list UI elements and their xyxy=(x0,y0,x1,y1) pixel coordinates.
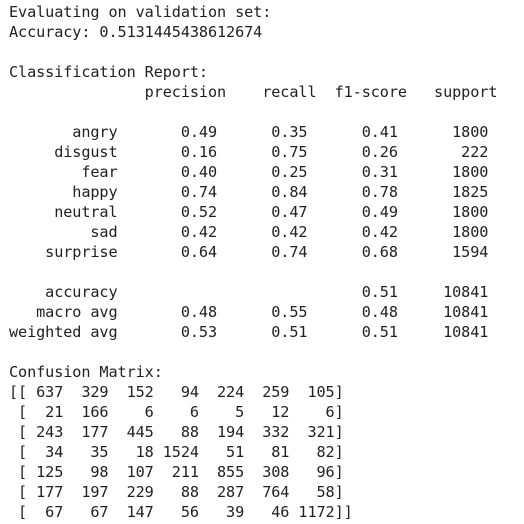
report-row-disgust: disgust 0.16 0.75 0.26 222 xyxy=(9,143,489,161)
matrix-row: [ 67 67 147 56 39 46 1172]] xyxy=(9,503,353,521)
matrix-row: [ 21 166 6 6 5 12 6] xyxy=(9,403,344,421)
matrix-row: [ 177 197 229 88 287 764 58] xyxy=(9,483,344,501)
report-row-sad: sad 0.42 0.42 0.42 1800 xyxy=(9,223,489,241)
report-row-happy: happy 0.74 0.84 0.78 1825 xyxy=(9,183,489,201)
accuracy-line: Accuracy: 0.5131445438612674 xyxy=(9,23,263,41)
report-row-neutral: neutral 0.52 0.47 0.49 1800 xyxy=(9,203,489,221)
report-title-line: Classification Report: xyxy=(9,63,208,81)
matrix-row: [ 125 98 107 211 855 308 96] xyxy=(9,463,344,481)
report-row-fear: fear 0.40 0.25 0.31 1800 xyxy=(9,163,489,181)
matrix-row: [ 243 177 445 88 194 332 321] xyxy=(9,423,344,441)
eval-header-line: Evaluating on validation set: xyxy=(9,3,272,21)
matrix-title-line: Confusion Matrix: xyxy=(9,363,163,381)
report-row-weighted-avg: weighted avg 0.53 0.51 0.51 10841 xyxy=(9,323,489,341)
report-row-accuracy: accuracy 0.51 10841 xyxy=(9,283,489,301)
report-row-macro-avg: macro avg 0.48 0.55 0.48 10841 xyxy=(9,303,489,321)
report-row-surprise: surprise 0.64 0.74 0.68 1594 xyxy=(9,243,489,261)
matrix-row: [ 34 35 18 1524 51 81 82] xyxy=(9,443,344,461)
report-header-line: precision recall f1-score support xyxy=(9,83,498,101)
matrix-row: [[ 637 329 152 94 224 259 105] xyxy=(9,383,344,401)
notebook-output-area: Evaluating on validation set: Accuracy: … xyxy=(9,2,519,522)
report-row-angry: angry 0.49 0.35 0.41 1800 xyxy=(9,123,489,141)
